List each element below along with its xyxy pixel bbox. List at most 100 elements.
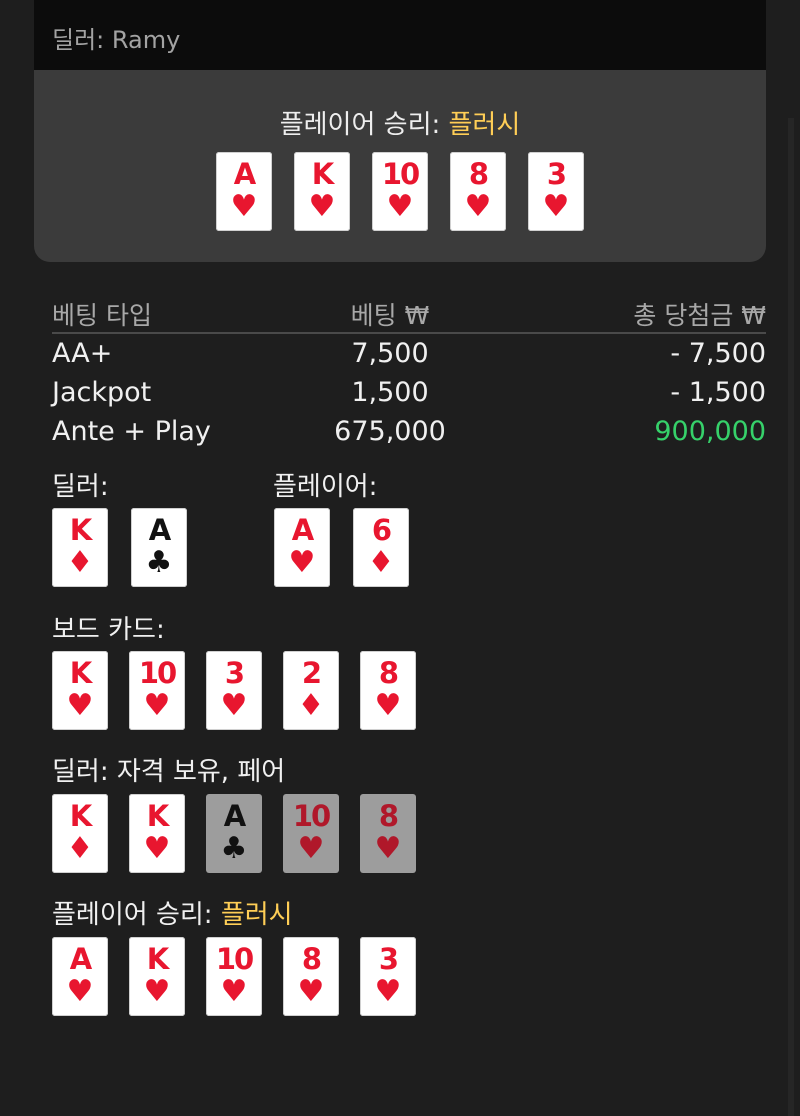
heart-suit-icon: ♥: [66, 974, 94, 1009]
header-bet-type: 베팅 타입: [52, 301, 152, 330]
card-rank: 3: [224, 656, 245, 690]
playing-card: 8 ♥: [450, 152, 506, 231]
club-suit-icon: ♣: [220, 831, 248, 866]
heart-suit-icon: ♥: [542, 189, 570, 224]
card-rank: 2: [301, 656, 322, 690]
playing-card: 10 ♥: [129, 651, 185, 730]
card-rank: A: [148, 513, 171, 547]
playing-card: K ♥: [294, 152, 350, 231]
heart-suit-icon: ♥: [143, 831, 171, 866]
card-rank: K: [146, 942, 170, 976]
card-rank: 10: [215, 942, 254, 976]
card-rank: K: [69, 799, 93, 833]
result-title: 플레이어 승리: 플러시: [34, 104, 766, 141]
card-rank: 8: [378, 656, 399, 690]
player-hand-cards: A ♥ 6 ♦: [274, 508, 409, 587]
playing-card: K ♥: [52, 651, 108, 730]
bet-row: AA+ 7,500 - 7,500: [52, 338, 766, 376]
heart-suit-icon: ♥: [464, 189, 492, 224]
bet-table-header: 베팅 타입 베팅 ₩ 총 당첨금 ₩: [52, 296, 766, 334]
playing-card: 8 ♥: [360, 794, 416, 873]
playing-card: A ♥: [274, 508, 330, 587]
dealer-hand-cards: K ♦ A ♣: [52, 508, 187, 587]
header-payout: 총 당첨금 ₩: [633, 301, 766, 330]
diamond-suit-icon: ♦: [66, 545, 94, 580]
playing-card: 10 ♥: [206, 937, 262, 1016]
heart-suit-icon: ♥: [143, 688, 171, 723]
heart-suit-icon: ♥: [288, 545, 316, 580]
playing-card: A ♥: [52, 937, 108, 1016]
heart-suit-icon: ♥: [220, 688, 248, 723]
card-rank: 10: [381, 157, 420, 191]
playing-card: K ♥: [129, 794, 185, 873]
playing-card: 3 ♥: [206, 651, 262, 730]
card-rank: 8: [378, 799, 399, 833]
playing-card: K ♦: [52, 508, 108, 587]
dealer-hand-label: 딜러:: [52, 472, 109, 502]
player-result-cards: A ♥ K ♥ 10 ♥ 8 ♥ 3 ♥: [52, 937, 416, 1016]
card-rank: 3: [378, 942, 399, 976]
card-rank: A: [223, 799, 246, 833]
bet-payout: - 1,500: [670, 377, 766, 408]
heart-suit-icon: ♥: [230, 189, 258, 224]
bet-payout-win: 900,000: [654, 416, 766, 447]
bet-amount: 7,500: [351, 338, 429, 369]
playing-card: 6 ♦: [353, 508, 409, 587]
playing-card: 3 ♥: [360, 937, 416, 1016]
bet-amount: 675,000: [334, 416, 446, 447]
playing-card: K ♥: [129, 937, 185, 1016]
heart-suit-icon: ♥: [297, 974, 325, 1009]
club-suit-icon: ♣: [145, 545, 173, 580]
heart-suit-icon: ♥: [374, 974, 402, 1009]
board-label: 보드 카드:: [52, 615, 165, 645]
heart-suit-icon: ♥: [143, 974, 171, 1009]
card-rank: K: [69, 513, 93, 547]
playing-card: 2 ♦: [283, 651, 339, 730]
card-rank: K: [146, 799, 170, 833]
heart-suit-icon: ♥: [220, 974, 248, 1009]
diamond-suit-icon: ♦: [297, 688, 325, 723]
playing-card: A ♣: [131, 508, 187, 587]
card-rank: K: [69, 656, 93, 690]
playing-card: 3 ♥: [528, 152, 584, 231]
bet-type: Jackpot: [52, 377, 152, 408]
card-rank: 8: [301, 942, 322, 976]
heart-suit-icon: ♥: [308, 189, 336, 224]
card-rank: A: [233, 157, 256, 191]
bet-row: Jackpot 1,500 - 1,500: [52, 377, 766, 415]
result-panel: 플레이어 승리: 플러시 A ♥ K ♥ 10 ♥ 8 ♥ 3 ♥: [34, 70, 766, 262]
board-cards: K ♥ 10 ♥ 3 ♥ 2 ♦ 8 ♥: [52, 651, 416, 730]
bet-amount: 1,500: [351, 377, 429, 408]
scrollbar[interactable]: [788, 118, 794, 1116]
card-rank: 10: [292, 799, 331, 833]
player-result-label: 플레이어 승리: 플러시: [52, 894, 293, 931]
dealer-result-cards: K ♦ K ♥ A ♣ 10 ♥ 8 ♥: [52, 794, 416, 873]
bet-row: Ante + Play 675,000 900,000: [52, 416, 766, 454]
card-rank: K: [311, 157, 335, 191]
dealer-name: 딜러: Ramy: [52, 26, 181, 54]
playing-card: K ♦: [52, 794, 108, 873]
playing-card: 10 ♥: [372, 152, 428, 231]
heart-suit-icon: ♥: [66, 688, 94, 723]
playing-card: A ♥: [216, 152, 272, 231]
heart-suit-icon: ♥: [386, 189, 414, 224]
bet-type: AA+: [52, 338, 113, 369]
heart-suit-icon: ♥: [374, 688, 402, 723]
playing-card: A ♣: [206, 794, 262, 873]
header-bet-amount: 베팅 ₩: [350, 301, 430, 330]
player-result-hand: 플러시: [220, 900, 293, 930]
result-title-prefix: 플레이어 승리:: [279, 110, 441, 140]
diamond-suit-icon: ♦: [367, 545, 395, 580]
playing-card: 8 ♥: [283, 937, 339, 1016]
result-cards: A ♥ K ♥ 10 ♥ 8 ♥ 3 ♥: [216, 152, 584, 231]
dealer-result-label: 딜러: 자격 보유, 페어: [52, 757, 286, 787]
playing-card: 10 ♥: [283, 794, 339, 873]
card-rank: 8: [468, 157, 489, 191]
heart-suit-icon: ♥: [374, 831, 402, 866]
heart-suit-icon: ♥: [297, 831, 325, 866]
playing-card: 8 ♥: [360, 651, 416, 730]
bet-payout: - 7,500: [670, 338, 766, 369]
card-rank: 6: [371, 513, 392, 547]
card-rank: 10: [138, 656, 177, 690]
card-rank: 3: [546, 157, 567, 191]
